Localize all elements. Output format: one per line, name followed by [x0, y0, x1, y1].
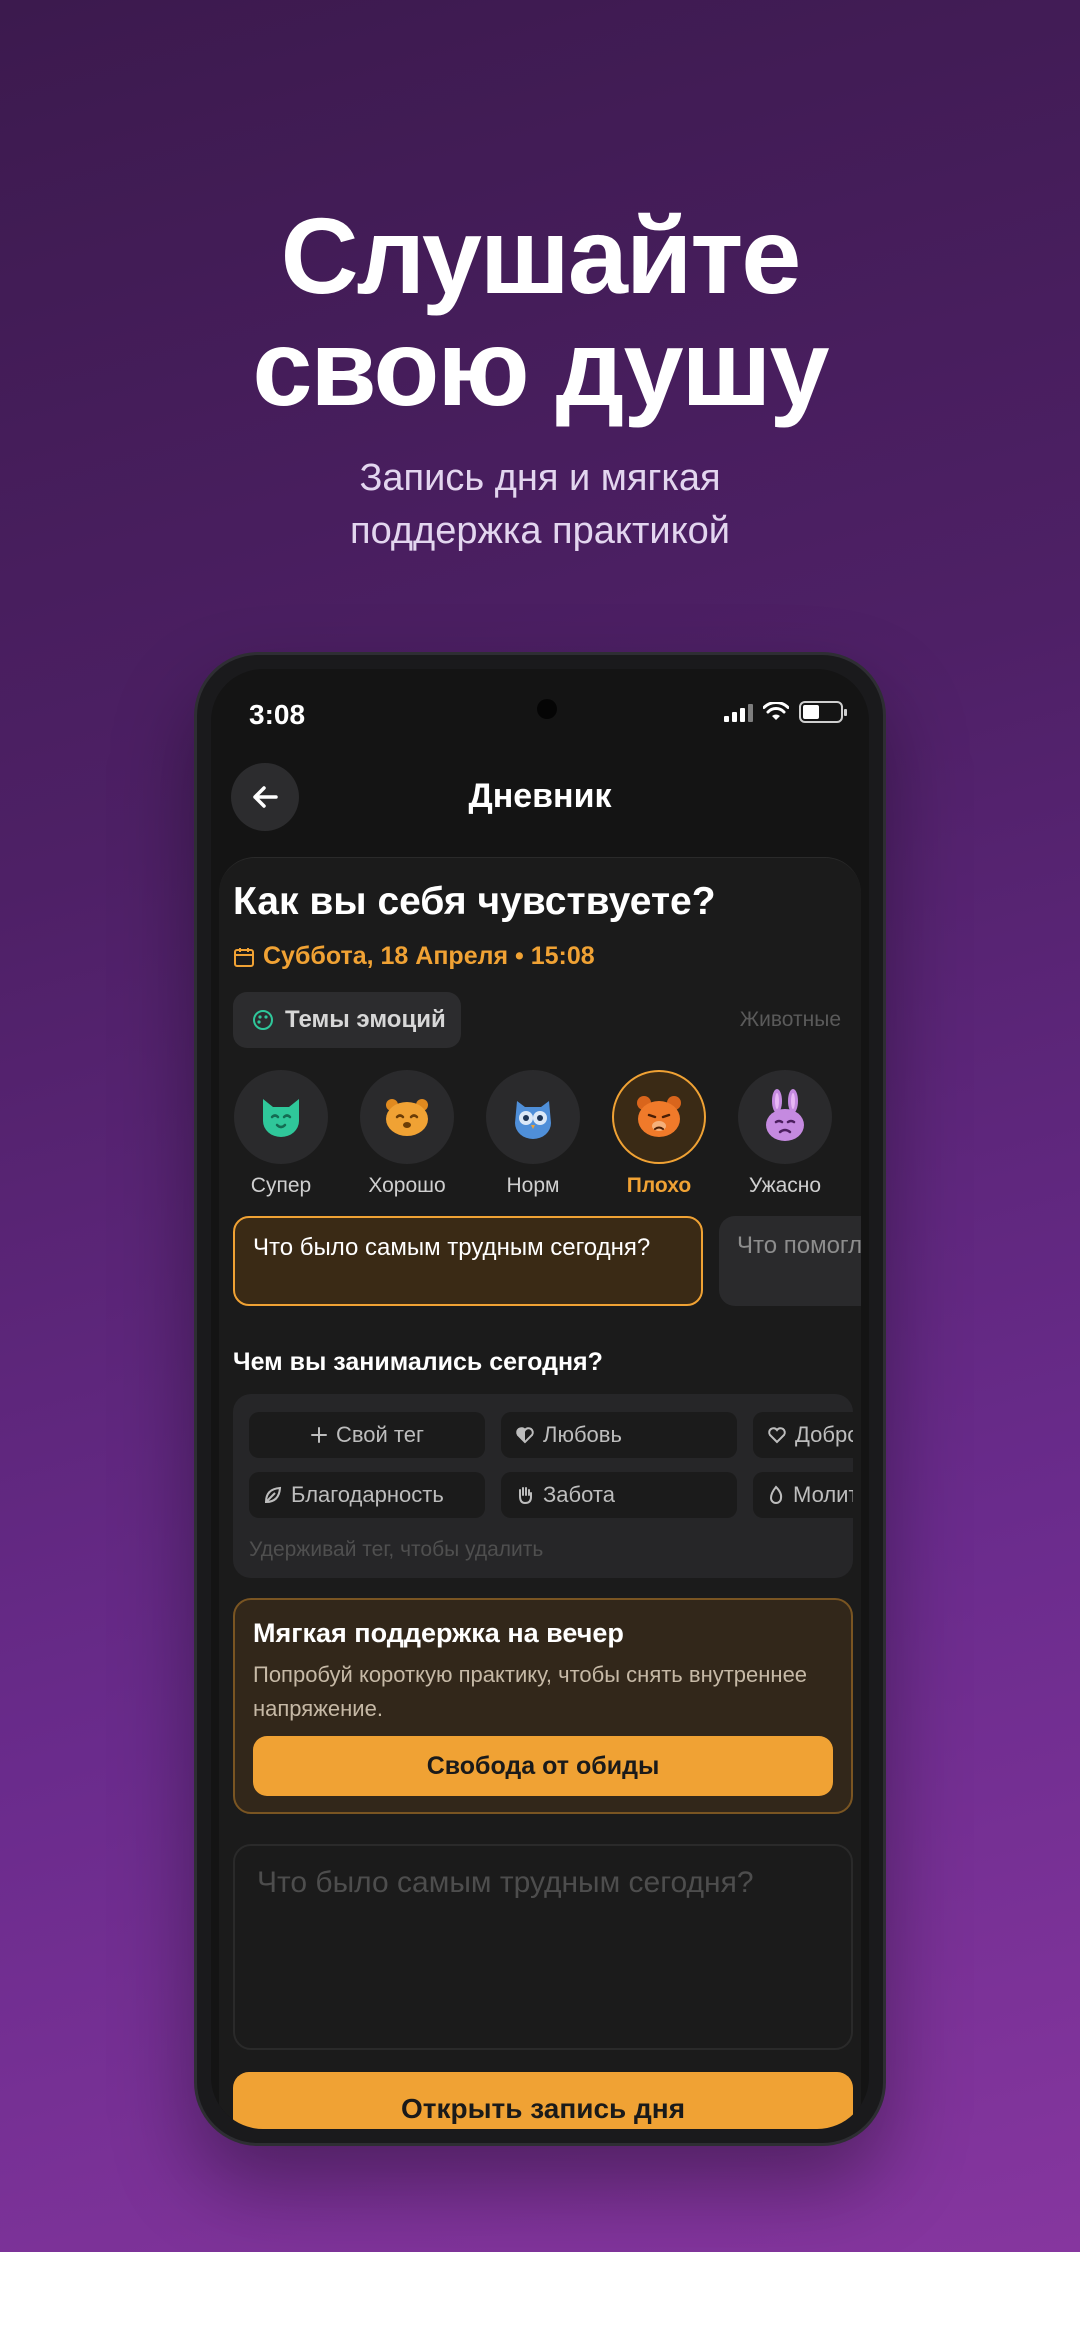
tag-label: Забота	[543, 1482, 615, 1507]
calendar-icon	[234, 947, 254, 967]
headline-line-2: свою душу	[252, 307, 829, 428]
battery-icon	[799, 701, 847, 723]
headline-line-1: Слушайте	[280, 195, 802, 316]
heart-half-icon	[516, 1427, 534, 1444]
current-theme-label[interactable]: Животные	[740, 1008, 841, 1032]
prompt-chip[interactable]: Что помогло	[719, 1216, 861, 1306]
tag-care[interactable]: Забота	[501, 1472, 737, 1518]
palette-icon	[253, 1010, 273, 1030]
support-text: Попробуй короткую практику, чтобы снять …	[253, 1662, 808, 1721]
mood-selector: Супер Хорошо Норм Плохо Ужасно	[233, 1070, 861, 1200]
wifi-icon	[763, 702, 789, 720]
phone-screen: 3:08 Дневник Как вы себя чувствуете? Суб…	[211, 669, 869, 2129]
tags-hint: Удерживай тег, чтобы удалить	[249, 1538, 544, 1561]
mood-label: Хорошо	[368, 1174, 446, 1197]
mood-option-normal[interactable]: Норм	[485, 1070, 581, 1198]
hand-icon	[519, 1487, 532, 1505]
bear-icon	[637, 1096, 681, 1137]
tag-label: Благодарность	[291, 1482, 444, 1507]
tag-prayer[interactable]: Молитва	[753, 1472, 853, 1518]
bunny-icon	[766, 1089, 804, 1141]
entry-date-text: Суббота, 18 Апреля • 15:08	[263, 942, 595, 970]
entry-date: Суббота, 18 Апреля • 15:08	[233, 942, 595, 971]
hamster-icon	[386, 1099, 428, 1136]
camera-hole	[537, 699, 557, 719]
flame-icon	[769, 1485, 783, 1504]
status-icons	[724, 701, 847, 723]
mood-option-super[interactable]: Супер	[233, 1070, 329, 1198]
status-time: 3:08	[249, 699, 306, 730]
mood-option-awful[interactable]: Ужасно	[737, 1070, 833, 1198]
cat-icon	[263, 1099, 299, 1137]
promo-headline: Слушайте свою душу	[0, 200, 1080, 424]
prompt-chip-selected[interactable]: Что было самым трудным сегодня?	[233, 1216, 703, 1306]
subtitle-line-1: Запись дня и мягкая	[359, 457, 721, 499]
phone-frame: 3:08 Дневник Как вы себя чувствуете? Суб…	[194, 652, 886, 2146]
tag-love[interactable]: Любовь	[501, 1412, 737, 1458]
promo-subtitle: Запись дня и мягкая поддержка практикой	[0, 452, 1080, 558]
diary-sheet: Как вы себя чувствуете? Суббота, 18 Апре…	[219, 857, 861, 2129]
activities-title: Чем вы занимались сегодня?	[233, 1348, 603, 1376]
tag-gratitude[interactable]: Благодарность	[249, 1472, 485, 1518]
support-card: Мягкая поддержка на вечер Попробуй корот…	[233, 1598, 853, 1814]
emotion-themes-button[interactable]: Темы эмоций	[233, 992, 461, 1048]
open-entry-button[interactable]: Открыть запись дня	[233, 2072, 853, 2129]
tag-label: Любовь	[543, 1422, 622, 1447]
emotion-themes-label: Темы эмоций	[285, 1006, 446, 1033]
tag-label: Молитва	[793, 1482, 853, 1507]
activity-tags-panel: Свой тег Любовь Доброта Благодарность	[233, 1394, 853, 1578]
tag-custom[interactable]: Свой тег	[249, 1412, 485, 1458]
leaf-icon	[264, 1486, 282, 1504]
page-title: Дневник	[468, 777, 612, 815]
mood-option-good[interactable]: Хорошо	[359, 1070, 455, 1198]
promo-background: Слушайте свою душу Запись дня и мягкая п…	[0, 0, 1080, 2252]
subtitle-line-2: поддержка практикой	[350, 510, 730, 552]
mood-label: Супер	[250, 1174, 312, 1197]
tag-label: Доброта	[795, 1422, 853, 1447]
owl-icon	[515, 1101, 551, 1139]
entry-textarea[interactable]: Что было самым трудным сегодня?	[233, 1844, 853, 2050]
practice-button[interactable]: Свобода от обиды	[253, 1736, 833, 1796]
support-title: Мягкая поддержка на вечер	[253, 1618, 624, 1648]
signal-icon	[724, 702, 753, 722]
mood-label: Плохо	[626, 1174, 692, 1197]
mood-question: Как вы себя чувствуете?	[233, 880, 716, 923]
heart-icon	[768, 1427, 786, 1444]
mood-label: Норм	[506, 1174, 560, 1197]
mood-label: Ужасно	[748, 1174, 822, 1197]
tag-kindness[interactable]: Доброта	[753, 1412, 853, 1458]
tag-label: Свой тег	[335, 1422, 425, 1447]
plus-icon	[310, 1427, 327, 1443]
prompt-carousel: Что было самым трудным сегодня? Что помо…	[233, 1216, 861, 1308]
mood-option-bad[interactable]: Плохо	[611, 1070, 707, 1198]
